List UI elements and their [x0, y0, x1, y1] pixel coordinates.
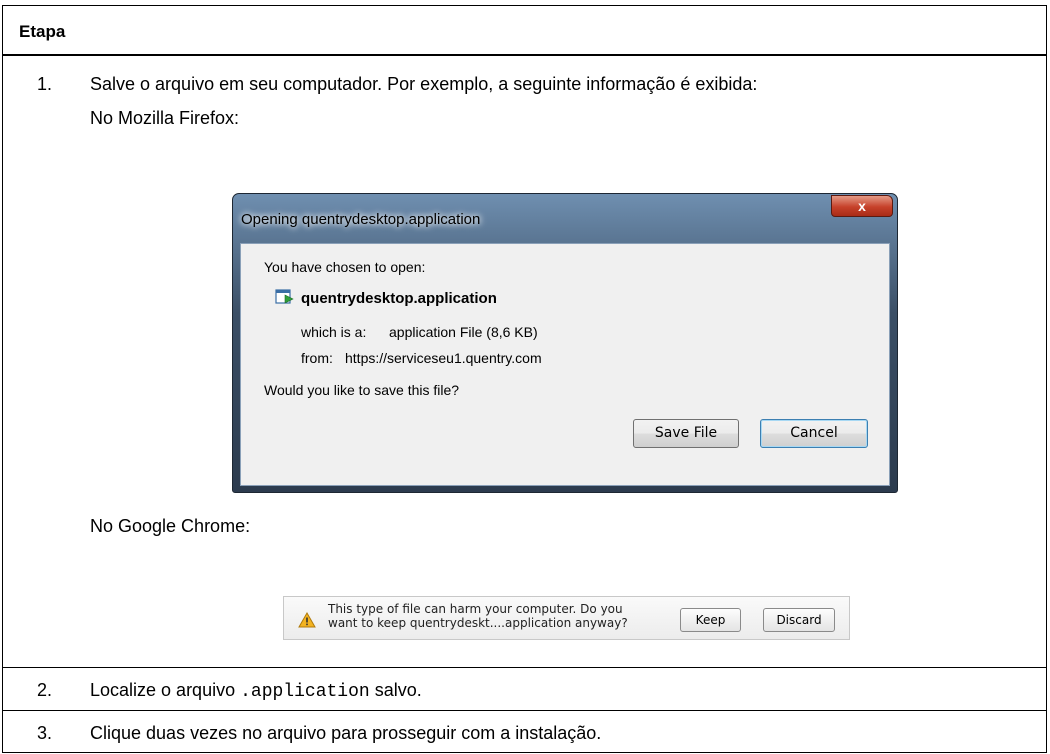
which-is-value: application File (8,6 KB) — [389, 324, 538, 340]
step-row-3: 3. Clique duas vezes no arquivo para pro… — [3, 711, 1046, 752]
step-number: 2. — [37, 680, 53, 700]
dialog-filename: quentrydesktop.application — [301, 290, 497, 307]
step-text: Clique duas vezes no arquivo para prosse… — [90, 723, 602, 743]
close-icon: x — [858, 198, 866, 214]
warning-icon — [298, 612, 316, 628]
save-file-button[interactable]: Save File — [633, 419, 739, 448]
chrome-warning-text: This type of file can harm your computer… — [328, 602, 628, 630]
step-text: Salve o arquivo em seu computador. Por e… — [90, 74, 758, 94]
which-is-label: which is a: — [301, 324, 367, 340]
header-etapa: Etapa — [19, 22, 66, 41]
table-header: Etapa — [3, 6, 1046, 56]
keep-button[interactable]: Keep — [680, 608, 741, 632]
step-row-1: 1. Salve o arquivo em seu computador. Po… — [3, 56, 1046, 668]
dialog-title: Opening quentrydesktop.application — [241, 211, 481, 228]
from-label: from: — [301, 350, 333, 366]
from-value: https://serviceseu1.quentry.com — [345, 350, 542, 366]
step-row-2: 2. Localize o arquivo .application salvo… — [3, 668, 1046, 711]
chrome-download-warning-bar: This type of file can harm your computer… — [283, 596, 850, 640]
application-file-icon — [275, 289, 294, 304]
discard-button[interactable]: Discard — [763, 608, 835, 632]
firefox-label: No Mozilla Firefox: — [90, 108, 240, 128]
firefox-download-dialog: Opening quentrydesktop.application x You… — [232, 193, 898, 493]
warning-line-2: want to keep quentrydeskt....application… — [328, 616, 628, 630]
dialog-body: You have chosen to open: quentrydesktop.… — [240, 243, 890, 486]
chrome-label: No Google Chrome: — [90, 516, 251, 536]
warning-line-1: This type of file can harm your computer… — [328, 602, 623, 616]
dialog-question: Would you like to save this file? — [264, 382, 460, 398]
steps-table: Etapa 1. Salve o arquivo em seu computad… — [2, 5, 1047, 753]
step-number: 3. — [37, 723, 53, 743]
close-button[interactable]: x — [831, 195, 893, 217]
cancel-button[interactable]: Cancel — [760, 419, 868, 448]
step-number: 1. — [37, 74, 53, 94]
file-extension-code: .application — [240, 682, 370, 702]
step-text-before: Localize o arquivo — [90, 680, 241, 700]
step-text-after: salvo. — [369, 680, 422, 700]
dialog-intro: You have chosen to open: — [264, 259, 426, 275]
step-text: Localize o arquivo .application salvo. — [90, 680, 422, 702]
